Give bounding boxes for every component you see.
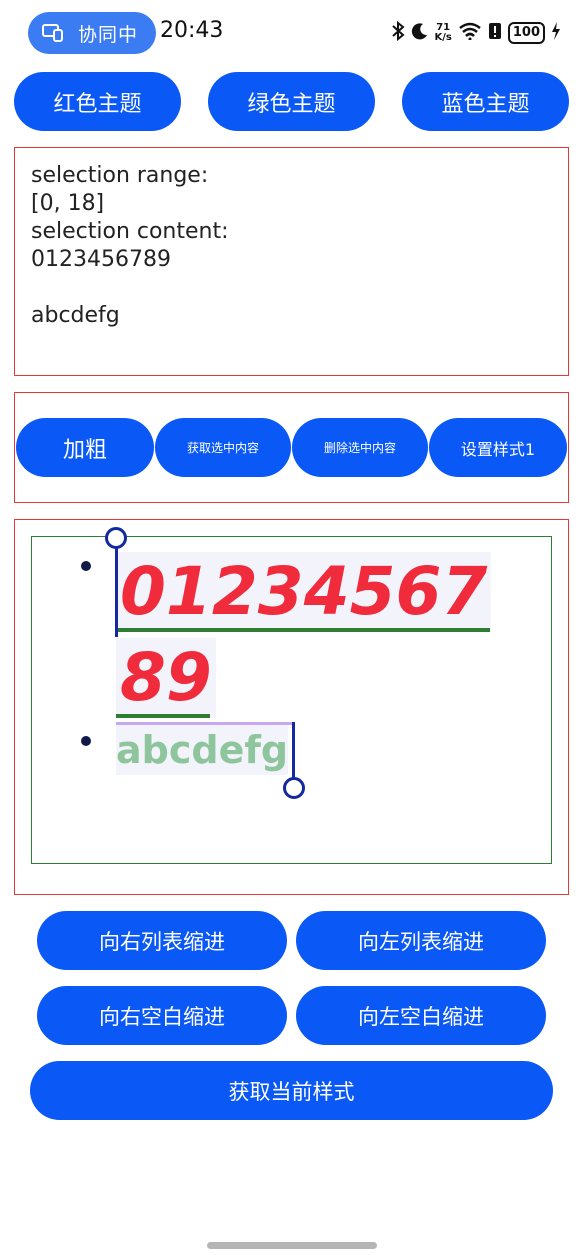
selection-start-handle-bar[interactable] [115, 545, 118, 637]
list-bullet [81, 561, 91, 571]
editor-line1-wrap-text: 89 [116, 638, 216, 718]
blue-theme-button[interactable]: 蓝色主题 [402, 72, 569, 131]
bluetooth-icon [391, 20, 405, 45]
editor-line2-text: abcdefg [116, 725, 289, 775]
moon-icon [411, 22, 429, 44]
green-theme-button[interactable]: 绿色主题 [208, 72, 375, 131]
set-style-button[interactable]: 设置样式1 [429, 418, 567, 477]
network-speed-unit: K/s [434, 32, 452, 43]
underline-decoration [116, 628, 490, 632]
red-theme-button[interactable]: 红色主题 [14, 72, 181, 131]
collaboration-label: 协同中 [78, 23, 139, 46]
selection-start-handle[interactable] [105, 527, 127, 549]
devices-icon [42, 24, 64, 42]
charging-icon [551, 22, 561, 44]
underline-decoration [116, 714, 210, 718]
selection-end-handle-bar[interactable] [292, 722, 295, 780]
bold-button[interactable]: 加粗 [16, 418, 154, 477]
status-icons: 71 K/s 100 [391, 20, 562, 46]
network-speed: 71 K/s [435, 23, 452, 43]
wifi-icon [458, 22, 482, 44]
space-indent-left-button[interactable]: 向左空白缩进 [296, 986, 546, 1045]
alert-icon [488, 22, 502, 44]
status-time: 20:43 [160, 18, 224, 43]
get-current-style-button[interactable]: 获取当前样式 [30, 1061, 553, 1120]
editor-line1-text: 01234567 [116, 552, 492, 632]
delete-selected-content-button[interactable]: 删除选中内容 [292, 418, 428, 477]
selection-info-text: selection range: [0, 18] selection conte… [31, 163, 229, 328]
selection-end-handle[interactable] [283, 777, 305, 799]
collaboration-pill[interactable]: 协同中 [28, 12, 156, 54]
battery-indicator: 100 [507, 22, 545, 44]
list-indent-left-button[interactable]: 向左列表缩进 [296, 911, 546, 970]
battery-level: 100 [512, 25, 540, 40]
list-indent-right-button[interactable]: 向右列表缩进 [37, 911, 287, 970]
space-indent-right-button[interactable]: 向右空白缩进 [37, 986, 287, 1045]
home-indicator[interactable] [207, 1242, 377, 1249]
get-selected-content-button[interactable]: 获取选中内容 [155, 418, 291, 477]
list-bullet [81, 736, 91, 746]
